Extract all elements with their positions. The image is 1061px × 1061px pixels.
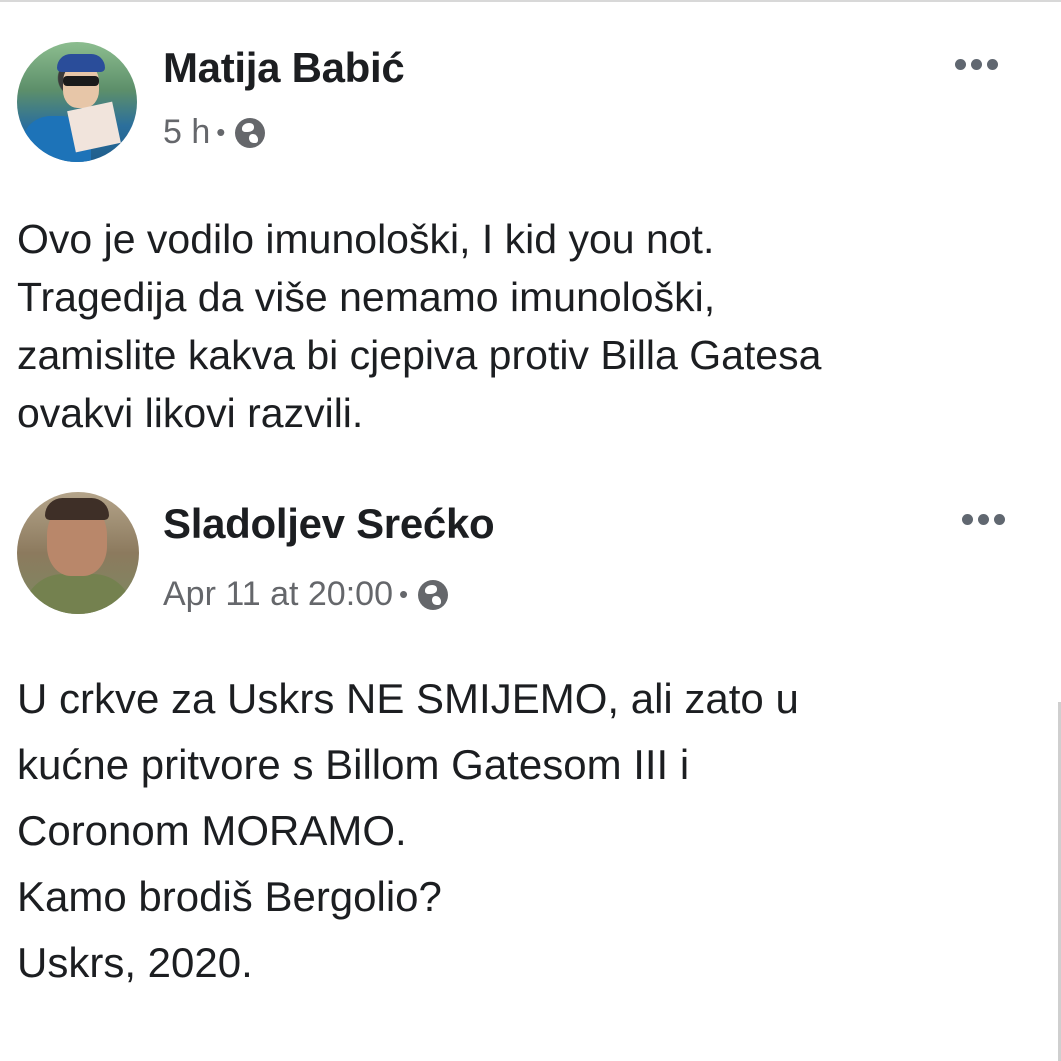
author-avatar[interactable]: [17, 42, 137, 162]
more-options-icon[interactable]: [955, 59, 998, 70]
shared-author-name[interactable]: Sladoljev Srećko: [163, 500, 495, 548]
post-meta: 5 h •: [163, 113, 266, 152]
author-name[interactable]: Matija Babić: [163, 44, 405, 92]
globe-icon[interactable]: [235, 117, 266, 148]
post-text: Ovo je vodilo imunološki, I kid you not.…: [17, 216, 822, 436]
post-timestamp[interactable]: 5 h: [163, 113, 210, 152]
meta-separator: •: [216, 117, 226, 147]
facebook-post-screenshot: Matija Babić 5 h • Ovo je vodilo imunolo…: [0, 0, 1061, 1061]
globe-icon[interactable]: [418, 579, 449, 610]
shared-post-meta: Apr 11 at 20:00 •: [163, 575, 449, 614]
more-options-icon[interactable]: [962, 514, 1005, 525]
shared-author-avatar[interactable]: [17, 492, 139, 614]
shared-post-text: U crkve za Uskrs NE SMIJEMO, ali zato u …: [17, 675, 799, 986]
shared-post-timestamp[interactable]: Apr 11 at 20:00: [163, 575, 393, 614]
shared-meta-separator: •: [398, 579, 409, 609]
